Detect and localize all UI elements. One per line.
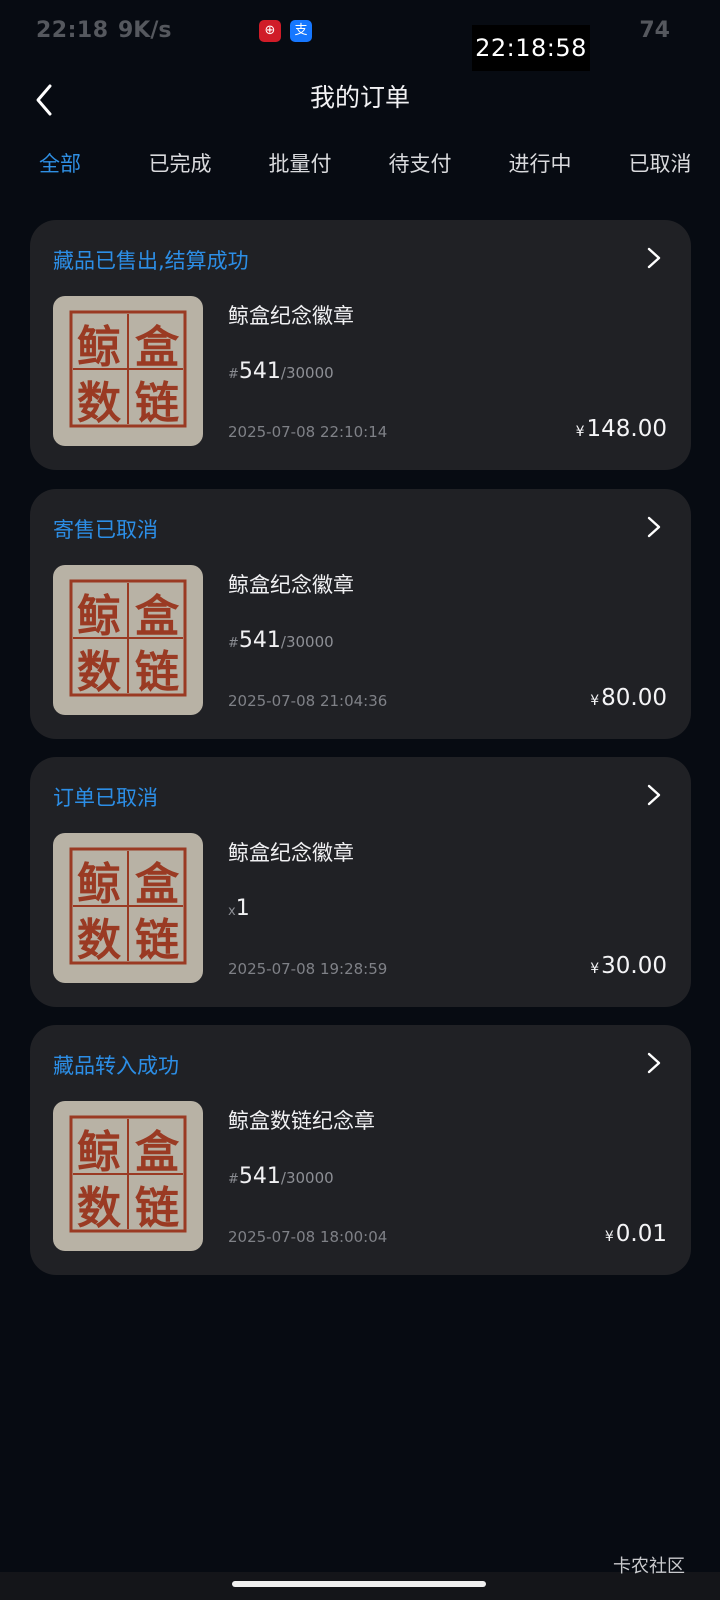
seal-stamp-image: 鲸 盒 数 链 — [69, 1115, 187, 1234]
order-price: ¥30.00 — [590, 953, 667, 979]
currency-symbol: ¥ — [604, 1229, 614, 1245]
tab-all[interactable]: 全部 — [0, 140, 120, 188]
serial-number: 541 — [238, 359, 281, 384]
currency-symbol: ¥ — [575, 424, 585, 440]
tab-pending-payment[interactable]: 待支付 — [360, 140, 480, 188]
page-header: 我的订单 — [0, 66, 720, 132]
seal-stamp-image: 鲸 盒 数 链 — [69, 579, 187, 698]
collectible-thumbnail: 鲸 盒 数 链 — [53, 1101, 203, 1251]
price-value: 0.01 — [615, 1221, 667, 1247]
seal-char: 鲸 — [77, 1127, 121, 1178]
seal-char: 鲸 — [77, 322, 121, 373]
chevron-right-icon — [647, 784, 661, 806]
collectible-serial: #541/30000 — [228, 628, 334, 653]
chevron-right-icon — [647, 516, 661, 538]
serial-prefix: # — [228, 367, 239, 382]
floating-clock: 22:18:58 — [472, 25, 590, 71]
order-date: 2025-07-08 19:28:59 — [228, 960, 388, 978]
currency-symbol: ¥ — [590, 961, 600, 977]
price-value: 148.00 — [586, 416, 667, 442]
order-card[interactable]: 藏品已售出,结算成功 鲸 盒 数 链 鲸盒纪念徽章 #541/30000 202… — [30, 220, 691, 470]
metro-app-icon: ⊕ — [259, 20, 281, 42]
serial-total: /30000 — [280, 1169, 334, 1187]
seal-char: 链 — [135, 647, 179, 698]
tab-cancelled[interactable]: 已取消 — [600, 140, 720, 188]
collectible-name: 鲸盒纪念徽章 — [228, 573, 354, 597]
serial-number: 541 — [238, 1164, 281, 1189]
tab-in-progress[interactable]: 进行中 — [480, 140, 600, 188]
seal-char: 鲸 — [77, 591, 121, 642]
seal-char: 数 — [77, 915, 121, 966]
seal-char: 鲸 — [77, 859, 121, 910]
order-status: 藏品转入成功 — [53, 1054, 179, 1078]
status-time: 22:18 — [36, 18, 109, 43]
seal-char: 盒 — [135, 859, 180, 910]
collectible-name: 鲸盒纪念徽章 — [228, 841, 354, 865]
collectible-thumbnail: 鲸 盒 数 链 — [53, 565, 203, 715]
status-bar: 22:18 9K/s ⊕ 支 74 — [0, 0, 720, 66]
tab-batch-pay[interactable]: 批量付 — [240, 140, 360, 188]
order-date: 2025-07-08 18:00:04 — [228, 1228, 388, 1246]
alipay-app-icon: 支 — [290, 20, 312, 42]
order-price: ¥80.00 — [590, 685, 667, 711]
collectible-quantity: x1 — [228, 896, 250, 921]
order-card[interactable]: 寄售已取消 鲸 盒 数 链 鲸盒纪念徽章 #541/30000 2025-07-… — [30, 489, 691, 739]
chevron-right-icon — [647, 1052, 661, 1074]
seal-char: 链 — [135, 915, 179, 966]
seal-char: 数 — [77, 647, 121, 698]
seal-stamp-image: 鲸 盒 数 链 — [69, 847, 187, 966]
collectible-serial: #541/30000 — [228, 1164, 334, 1189]
seal-stamp-image: 鲸 盒 数 链 — [69, 310, 187, 429]
tab-completed[interactable]: 已完成 — [120, 140, 240, 188]
serial-prefix: # — [228, 1172, 239, 1187]
order-date: 2025-07-08 22:10:14 — [228, 423, 388, 441]
order-card[interactable]: 订单已取消 鲸 盒 数 链 鲸盒纪念徽章 x1 2025-07-08 19:28… — [30, 757, 691, 1007]
order-status: 订单已取消 — [53, 786, 158, 810]
collectible-serial: #541/30000 — [228, 359, 334, 384]
chevron-right-icon — [647, 247, 661, 269]
order-status: 寄售已取消 — [53, 518, 158, 542]
status-network-speed: 9K/s — [118, 18, 172, 43]
seal-char: 盒 — [135, 322, 180, 373]
currency-symbol: ¥ — [590, 693, 600, 709]
serial-total: /30000 — [280, 364, 334, 382]
home-indicator[interactable] — [232, 1581, 486, 1587]
collectible-thumbnail: 鲸 盒 数 链 — [53, 296, 203, 446]
order-date: 2025-07-08 21:04:36 — [228, 692, 388, 710]
collectible-thumbnail: 鲸 盒 数 链 — [53, 833, 203, 983]
seal-char: 数 — [77, 1183, 121, 1234]
price-value: 80.00 — [601, 685, 667, 711]
order-card[interactable]: 藏品转入成功 鲸 盒 数 链 鲸盒数链纪念章 #541/30000 2025-0… — [30, 1025, 691, 1275]
order-status: 藏品已售出,结算成功 — [53, 249, 249, 273]
serial-prefix: # — [228, 636, 239, 651]
seal-char: 数 — [77, 378, 121, 429]
community-watermark: 卡农社区 — [613, 1556, 685, 1577]
seal-char: 盒 — [135, 591, 180, 642]
page-title: 我的订单 — [309, 83, 410, 112]
order-price: ¥148.00 — [576, 416, 667, 442]
order-price: ¥0.01 — [605, 1221, 667, 1247]
serial-total: /30000 — [280, 633, 334, 651]
collectible-name: 鲸盒数链纪念章 — [228, 1109, 375, 1133]
seal-char: 链 — [135, 1183, 179, 1234]
seal-char: 链 — [135, 378, 179, 429]
status-battery: 74 — [639, 18, 670, 43]
seal-char: 盒 — [135, 1127, 180, 1178]
quantity-prefix: x — [228, 904, 236, 919]
collectible-name: 鲸盒纪念徽章 — [228, 304, 354, 328]
price-value: 30.00 — [601, 953, 667, 979]
serial-number: 541 — [238, 628, 281, 653]
order-filter-tabs: 全部 已完成 批量付 待支付 进行中 已取消 — [0, 140, 720, 188]
quantity-value: 1 — [235, 896, 250, 921]
